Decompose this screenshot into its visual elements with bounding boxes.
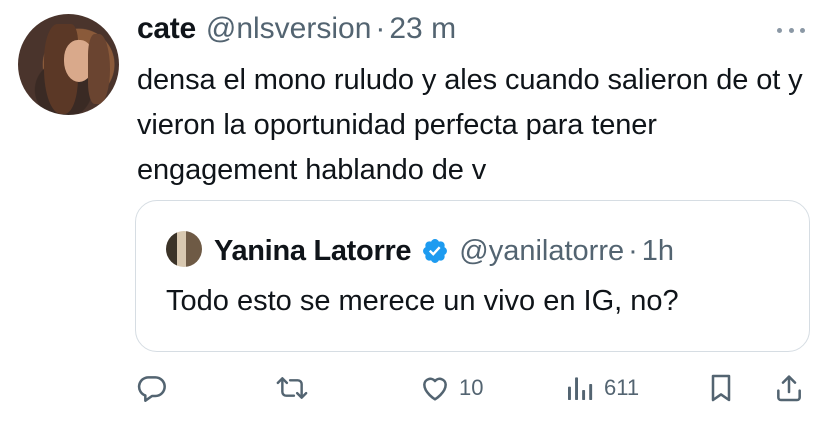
quote-author-handle: @yanilatorre [459, 234, 625, 267]
views-icon [568, 377, 593, 400]
quote-avatar [166, 231, 202, 267]
quote-author-name: Yanina Latorre [214, 234, 412, 267]
tweet-timestamp[interactable]: 23 m [389, 12, 456, 46]
more-dots-icon[interactable] [774, 20, 808, 40]
reply-button[interactable] [136, 368, 176, 408]
quoted-tweet-card[interactable]: Yanina Latorre @yanilatorre · 1h Todo es… [135, 200, 810, 352]
views-count: 611 [604, 375, 640, 400]
views-button[interactable]: 611 [564, 368, 639, 408]
retweet-button[interactable] [274, 368, 318, 408]
author-name[interactable]: cate [137, 12, 196, 46]
author-handle[interactable]: @nlsversion [206, 12, 372, 46]
share-button[interactable] [773, 368, 805, 408]
like-count: 10 [459, 375, 484, 400]
separator-dot: · [375, 12, 386, 45]
quote-text: Todo esto se merece un vivo en IG, no? [166, 285, 679, 317]
tweet-header: cate @nlsversion · 23 m [137, 12, 456, 48]
bookmark-button[interactable] [705, 368, 737, 408]
like-button[interactable]: 10 [419, 368, 483, 408]
verified-badge-icon [423, 239, 448, 263]
quote-separator-dot: · [628, 234, 638, 267]
avatar-hair-right [88, 34, 110, 104]
retweet-icon [276, 377, 308, 399]
action-bar: 10 611 [0, 364, 828, 410]
heart-icon [423, 377, 447, 401]
quote-header: Yanina Latorre @yanilatorre · 1h [214, 231, 674, 271]
tweet-text: densa el mono ruludo y ales cuando salie… [137, 64, 803, 186]
share-icon [777, 375, 801, 402]
reply-icon [137, 376, 166, 402]
quote-timestamp: 1h [641, 234, 675, 267]
avatar[interactable] [18, 14, 119, 115]
bookmark-icon [711, 374, 731, 402]
